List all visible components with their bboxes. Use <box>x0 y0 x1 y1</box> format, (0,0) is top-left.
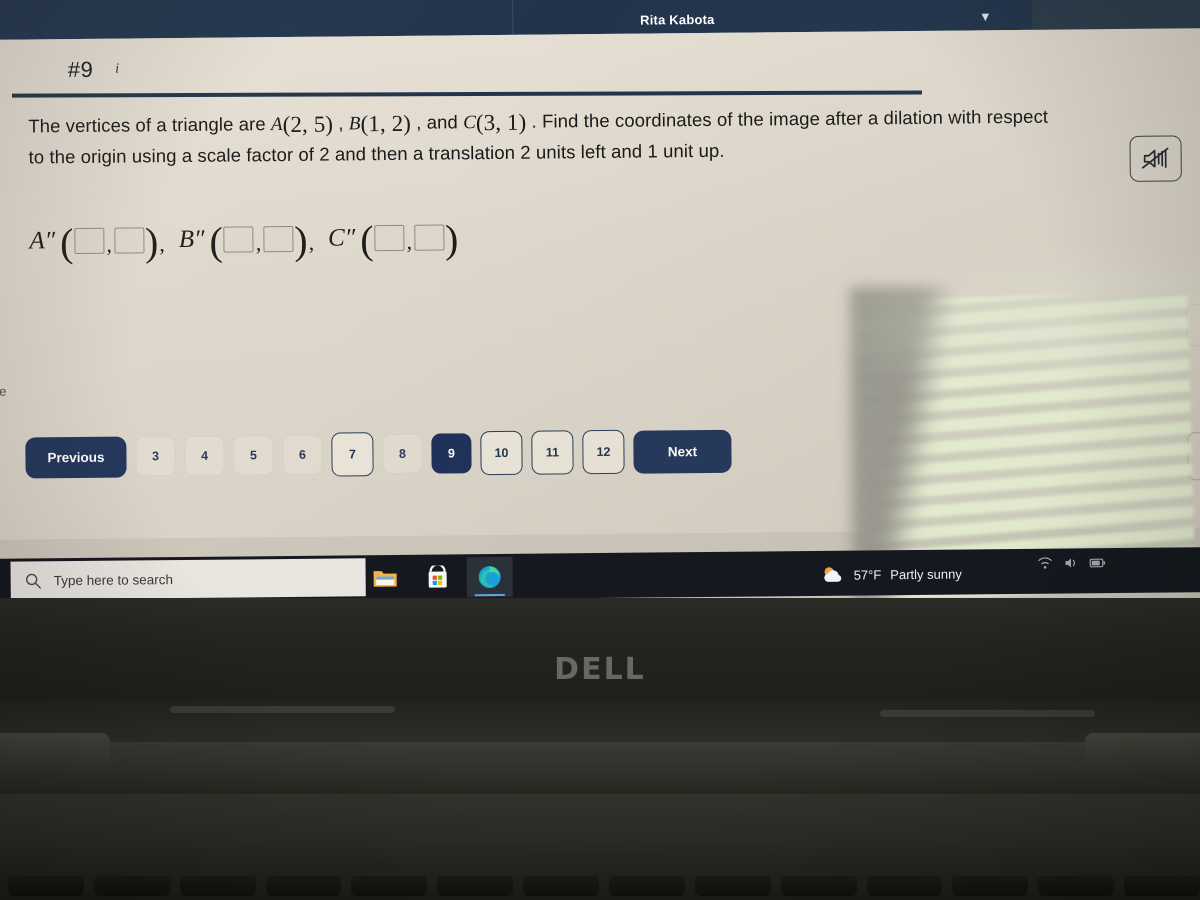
search-placeholder-text: Type here to search <box>53 571 174 588</box>
microsoft-edge-icon <box>478 566 501 589</box>
info-icon[interactable]: i <box>115 62 119 78</box>
keyboard-key[interactable] <box>351 876 428 896</box>
weather-temperature: 57°F <box>853 566 882 583</box>
laptop-screen: Rita Kabota ▾ #9 i The vertices of a tri… <box>0 0 1200 616</box>
separator-2: , and <box>410 111 464 133</box>
taskbar-file-explorer-button[interactable] <box>362 558 408 598</box>
page-button-11[interactable]: 11 <box>531 430 574 475</box>
page-button-3[interactable]: 3 <box>135 436 176 477</box>
answer-row: A″ ( , ) , B″ ( , ) , C″ ( , ) <box>29 216 458 265</box>
answer-comma-a: , <box>106 231 113 257</box>
keyboard-key[interactable] <box>1038 876 1115 896</box>
taskbar-microsoft-store-button[interactable] <box>414 557 460 597</box>
vertex-a-coords: (2, 5) <box>282 111 334 138</box>
partly-sunny-icon <box>824 567 842 582</box>
brand-logo: DELL <box>554 652 646 687</box>
taskbar-system-tray[interactable] <box>1037 555 1106 571</box>
answer-comma-c: , <box>406 228 413 254</box>
laptop-hinge <box>0 742 1200 794</box>
bumper-strip-left <box>170 706 395 713</box>
keyboard-key[interactable] <box>780 876 857 896</box>
bumper-strip-right <box>880 710 1095 717</box>
network-icon <box>1038 557 1052 569</box>
taskbar-weather-widget[interactable]: 57°F Partly sunny <box>820 557 962 592</box>
ghost-ui-element-top <box>1186 303 1200 347</box>
search-input[interactable]: Type here to search <box>10 558 366 600</box>
keyboard-top-row <box>0 876 1200 900</box>
answer-group-sep-1: , <box>159 231 165 257</box>
keyboard-key[interactable] <box>8 876 84 896</box>
answer-input-b-y[interactable] <box>263 225 294 253</box>
ghost-ui-element-bottom <box>1187 431 1200 481</box>
keyboard-key[interactable] <box>265 876 342 896</box>
page-button-7[interactable]: 7 <box>331 432 374 477</box>
page-button-12[interactable]: 12 <box>582 429 625 475</box>
search-icon <box>25 573 41 589</box>
chevron-down-icon[interactable]: ▾ <box>972 4 998 28</box>
question-line1-post: . Find the coordinates of the image afte… <box>526 105 1049 132</box>
page-button-4[interactable]: 4 <box>184 435 225 476</box>
previous-button[interactable]: Previous <box>25 436 127 479</box>
keyboard-key[interactable] <box>179 876 256 896</box>
next-button[interactable]: Next <box>633 429 732 474</box>
edge-clipped-text: re <box>0 383 7 399</box>
keyboard-key[interactable] <box>609 876 685 896</box>
file-explorer-icon <box>373 571 397 587</box>
keyboard-key[interactable] <box>523 876 600 896</box>
keyboard-key[interactable] <box>1124 876 1200 896</box>
keyboard-key[interactable] <box>952 876 1029 896</box>
page-button-6[interactable]: 6 <box>282 434 323 476</box>
answer-group-sep-2: , <box>308 229 315 255</box>
weather-condition: Partly sunny <box>890 566 962 582</box>
question-line1-pre: The vertices of a triangle are <box>28 113 272 137</box>
pagination-bar: Previous 3 4 5 6 7 8 9 10 11 12 Next <box>25 429 740 480</box>
hinge-cap-right <box>1085 733 1200 781</box>
mute-audio-button[interactable] <box>1129 135 1182 182</box>
vertex-b-coords: (1, 2) <box>360 110 412 137</box>
laptop-photo: Rita Kabota ▾ #9 i The vertices of a tri… <box>0 0 1200 900</box>
answer-label-b: B″ <box>178 225 205 254</box>
taskbar-microsoft-edge-button[interactable] <box>466 556 513 598</box>
laptop-lower-body <box>0 700 1200 900</box>
vertex-c-coords: (3, 1) <box>475 109 527 136</box>
answer-input-c-y[interactable] <box>413 224 445 251</box>
taskbar-app-icons <box>362 556 513 598</box>
answer-comma-b: , <box>255 230 262 256</box>
page-title: #9 <box>67 56 94 83</box>
keyboard-key[interactable] <box>694 876 771 896</box>
hinge-cap-left <box>0 733 110 781</box>
volume-icon <box>1065 558 1075 568</box>
question-text: The vertices of a triangle are A(2, 5) ,… <box>28 100 1189 172</box>
question-number-row: #9 i <box>68 57 120 83</box>
vertex-b-label: B <box>348 113 361 135</box>
page-button-5[interactable]: 5 <box>233 435 274 476</box>
vertex-c-label: C <box>463 112 477 134</box>
keyboard-key[interactable] <box>93 876 170 896</box>
page-button-10[interactable]: 10 <box>480 430 523 476</box>
separator-1: , <box>333 112 349 134</box>
microsoft-store-icon <box>428 565 447 588</box>
keyboard-key[interactable] <box>866 876 943 896</box>
keyboard-key[interactable] <box>437 876 514 896</box>
answer-label-c: C″ <box>327 224 356 252</box>
answer-input-a-y[interactable] <box>113 227 145 254</box>
vertex-a-label: A <box>270 114 283 136</box>
answer-input-c-x[interactable] <box>374 224 405 252</box>
page-button-9[interactable]: 9 <box>431 433 472 474</box>
battery-icon <box>1089 558 1106 567</box>
answer-input-b-x[interactable] <box>223 226 254 253</box>
page-button-8[interactable]: 8 <box>382 433 423 475</box>
speaker-muted-icon <box>1141 147 1169 169</box>
answer-input-a-x[interactable] <box>74 227 105 255</box>
answer-label-a: A″ <box>29 227 56 255</box>
